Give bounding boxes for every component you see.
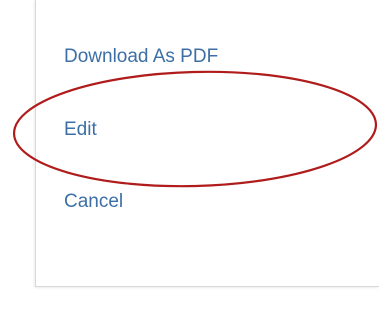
edit-link[interactable]: Edit bbox=[64, 119, 97, 141]
action-menu-panel bbox=[35, 0, 379, 287]
cancel-link[interactable]: Cancel bbox=[64, 191, 123, 213]
download-as-pdf-link[interactable]: Download As PDF bbox=[64, 46, 218, 68]
